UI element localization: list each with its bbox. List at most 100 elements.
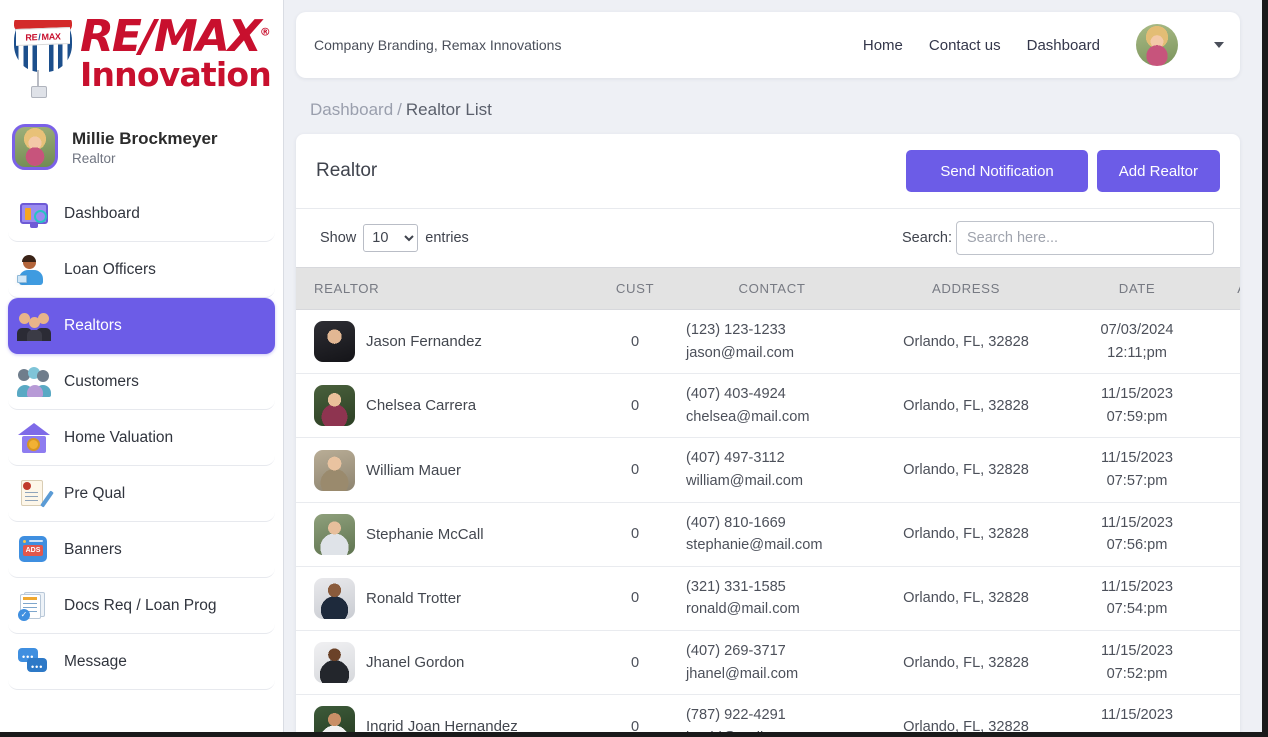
realtor-phone: (787) 922-4291 <box>686 707 786 724</box>
pre-qual-document-icon <box>18 479 54 509</box>
home-valuation-icon <box>18 422 50 453</box>
cell-realtor: William Mauer <box>296 437 596 503</box>
loan-officer-icon <box>17 254 50 285</box>
cell-address: Orlando, FL, 32828 <box>870 566 1062 632</box>
sidebar-profile[interactable]: Millie Brockmeyer Realtor <box>0 110 283 186</box>
breadcrumb-separator: / <box>397 100 402 119</box>
sidebar-item-realtors[interactable]: Realtors <box>8 298 275 354</box>
realtor-time: 07:50:pm <box>1062 727 1212 732</box>
profile-avatar <box>12 124 58 170</box>
sidebar-item-label: Docs Req / Loan Prog <box>64 596 217 614</box>
realtors-group-icon <box>17 311 51 341</box>
sidebar-item-customers[interactable]: Customers <box>8 354 275 410</box>
search-control: Search: <box>902 221 1214 255</box>
realtor-date: 11/15/2023 <box>1101 386 1173 403</box>
sidebar-item-dashboard[interactable]: Dashboard <box>8 186 275 242</box>
cell-realtor: Ingrid Joan Hernandez <box>296 694 596 732</box>
cell-contact: (407) 497-3112 william@mail.com <box>674 437 870 503</box>
topnav-link-contact-us[interactable]: Contact us <box>929 37 1001 54</box>
cell-contact: (321) 331-1585 ronald@mail.com <box>674 566 870 632</box>
cell-contact: (407) 810-1669 stephanie@mail.com <box>674 502 870 567</box>
column-header-address[interactable]: ADDRESS <box>870 267 1062 310</box>
realtor-name: Stephanie McCall <box>366 525 484 543</box>
cell-address: Orlando, FL, 32828 <box>870 373 1062 439</box>
breadcrumb-parent[interactable]: Dashboard <box>310 100 393 119</box>
brand-registered-mark: ® <box>259 25 271 39</box>
realtor-time: 12:11;pm <box>1107 344 1167 361</box>
cell-date: 11/15/2023 07:54:pm <box>1062 566 1212 632</box>
sidebar-item-pre-qual[interactable]: Pre Qual <box>8 466 275 522</box>
banners-ads-icon: ADS <box>18 535 50 565</box>
cell-action <box>1212 566 1240 632</box>
balloon-text-left: RE <box>25 31 38 43</box>
sidebar-item-home-valuation[interactable]: Home Valuation <box>8 410 275 466</box>
realtor-phone: (321) 331-1585 <box>686 578 786 595</box>
realtor-email: william@mail.com <box>686 473 803 490</box>
sidebar: RE / MAX RE/MAX® Innovation Millie Brockme… <box>0 0 284 732</box>
cell-date: 11/15/2023 07:56:pm <box>1062 502 1212 567</box>
cell-address: Orlando, FL, 32828 <box>870 437 1062 503</box>
add-realtor-button[interactable]: Add Realtor <box>1096 150 1220 192</box>
table-row: Stephanie McCall 0 (407) 810-1669 stephanie… <box>296 502 1240 567</box>
sidebar-item-message[interactable]: ••• ••• Message <box>8 634 275 690</box>
cell-action <box>1212 694 1240 732</box>
realtor-phone: (407) 269-3717 <box>686 643 786 660</box>
realtor-phone: (123) 123-1233 <box>686 322 786 338</box>
column-header-contact[interactable]: CONTACT <box>674 267 870 310</box>
sidebar-item-label: Banners <box>64 540 122 558</box>
realtor-avatar <box>314 706 355 732</box>
topnav-link-dashboard[interactable]: Dashboard <box>1027 37 1100 54</box>
sidebar-item-loan-officers[interactable]: Loan Officers <box>8 242 275 298</box>
breadcrumb: Dashboard / Realtor List <box>284 78 1262 134</box>
profile-name: Millie Brockmeyer <box>72 129 218 149</box>
send-notification-button[interactable]: Send Notification <box>906 150 1088 192</box>
cell-date: 11/15/2023 07:59:pm <box>1062 373 1212 439</box>
realtor-email: stephanie@mail.com <box>686 537 823 554</box>
realtor-time: 07:52:pm <box>1106 665 1168 682</box>
realtor-name: Ingrid Joan Hernandez <box>366 718 518 732</box>
realtor-time: 07:54:pm <box>1106 601 1168 618</box>
realtor-phone: (407) 403-4924 <box>686 386 786 403</box>
cell-realtor: Ronald Trotter <box>296 566 596 632</box>
cell-date: 11/15/2023 07:50:pm <box>1062 694 1212 732</box>
brand-subtitle: Innovation <box>80 54 272 94</box>
customers-group-icon <box>17 366 51 397</box>
card-action-buttons: Send Notification Add Realtor <box>906 150 1220 192</box>
realtor-date: 07/03/2024 <box>1100 322 1174 338</box>
sidebar-item-label: Dashboard <box>64 204 140 222</box>
entries-per-page-select[interactable]: 102550100 <box>363 224 419 252</box>
sidebar-item-docs-req-loan-prog[interactable]: ✓ Docs Req / Loan Prog <box>8 578 275 634</box>
column-header-realtor[interactable]: REALTOR <box>296 267 596 310</box>
cell-date: 11/15/2023 07:57:pm <box>1062 437 1212 503</box>
sidebar-nav: Dashboard Loan Officers Realtors Custome… <box>0 186 283 690</box>
realtor-avatar <box>314 642 355 684</box>
breadcrumb-current: Realtor List <box>405 100 492 119</box>
column-header-cust[interactable]: CUST <box>596 267 674 310</box>
page-title: Realtor <box>316 160 378 181</box>
table-row: Ingrid Joan Hernandez 0 (787) 922-4291 ingr… <box>296 694 1240 732</box>
sidebar-item-label: Loan Officers <box>64 260 156 278</box>
header-user-avatar[interactable] <box>1136 24 1178 66</box>
realtor-time: 07:59:pm <box>1106 408 1168 425</box>
cell-cust-count: 0 <box>596 373 674 439</box>
sidebar-item-banners[interactable]: ADS Banners <box>8 522 275 578</box>
realtor-phone: (407) 497-3112 <box>686 450 785 467</box>
application-window: RE / MAX RE/MAX® Innovation Millie Brockme… <box>0 0 1268 737</box>
search-input[interactable] <box>956 221 1214 255</box>
table-row: Chelsea Carrera 0 (407) 403-4924 chelsea@ma… <box>296 373 1240 439</box>
card-header: Realtor Send Notification Add Realtor <box>296 134 1240 209</box>
topnav-link-home[interactable]: Home <box>863 37 903 54</box>
realtor-email: ronald@mail.com <box>686 601 800 618</box>
cell-cust-count: 0 <box>596 566 674 632</box>
sidebar-item-label: Pre Qual <box>64 484 126 502</box>
brand-logo: RE / MAX RE/MAX® Innovation <box>0 0 283 110</box>
brand-wordmark: RE/MAX® <box>80 15 271 59</box>
cell-cust-count: 0 <box>596 630 674 696</box>
search-label: Search: <box>902 230 952 246</box>
realtor-avatar <box>314 577 355 619</box>
chevron-down-icon[interactable] <box>1214 42 1224 48</box>
column-header-date[interactable]: DATE <box>1062 267 1212 310</box>
realtor-name: William Mauer <box>366 461 462 479</box>
realtor-date: 11/15/2023 <box>1101 578 1173 595</box>
column-header-action: ACTION <box>1212 267 1240 310</box>
